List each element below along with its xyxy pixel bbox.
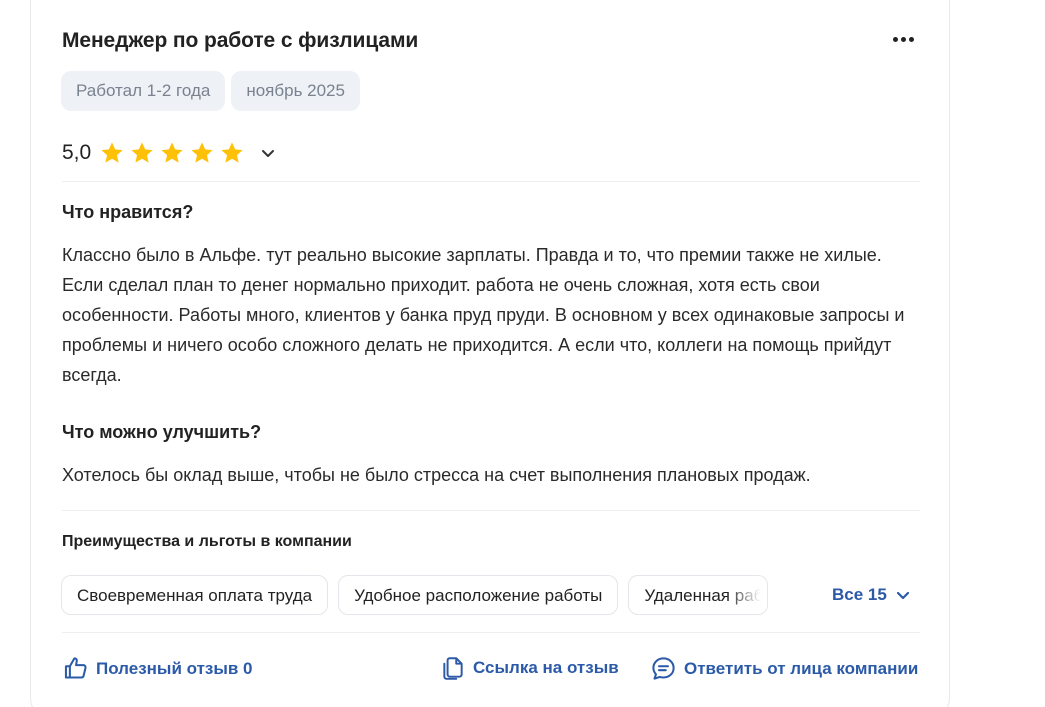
review-link-button[interactable]: Ссылка на отзыв <box>440 655 619 681</box>
dot <box>900 36 906 42</box>
likes-text: Классно было в Альфе. тут реально высоки… <box>62 245 905 385</box>
divider <box>62 510 920 511</box>
all-benefits-label: Все 15 <box>832 585 887 604</box>
star-icon <box>131 142 153 163</box>
divider <box>62 632 920 633</box>
star-icon <box>191 142 213 163</box>
helpful-label: Полезный отзыв 0 <box>96 658 253 678</box>
chat-bubble-icon <box>652 657 675 680</box>
all-benefits-button[interactable]: Все 15 <box>832 585 911 605</box>
reply-company-button[interactable]: Ответить от лица компании <box>650 655 918 682</box>
benefit-chip[interactable]: Удаленная работа <box>628 575 769 615</box>
star-icon <box>161 142 183 163</box>
reply-company-label: Ответить от лица компании <box>684 658 919 678</box>
benefits-heading: Преимущества и льготы в компании <box>62 533 352 550</box>
tag-experience: Работал 1-2 года <box>61 71 226 111</box>
benefit-chip[interactable]: Своевременная оплата труда <box>61 575 329 615</box>
dot <box>892 36 898 42</box>
review-link-label: Ссылка на отзыв <box>473 658 619 677</box>
chevron-down-icon <box>896 591 909 600</box>
helpful-button[interactable]: Полезный отзыв 0 <box>62 655 253 682</box>
copy-link-icon <box>443 657 463 680</box>
rating-value: 5,0 <box>62 141 92 164</box>
benefit-chip[interactable]: Удобное расположение работы <box>338 575 619 615</box>
rating-stars <box>99 140 245 166</box>
improve-text: Хотелось бы оклад выше, чтобы не было ст… <box>62 465 811 485</box>
divider <box>62 181 920 182</box>
chevron-down-icon[interactable] <box>259 144 277 162</box>
improve-heading: Что можно улучшить? <box>62 422 262 442</box>
likes-heading: Что нравится? <box>62 202 194 222</box>
rating-row: 5,0 <box>62 140 277 166</box>
more-options-button[interactable] <box>888 30 918 48</box>
dot <box>908 36 914 42</box>
review-title: Менеджер по работе с физлицами <box>62 29 419 52</box>
benefits-chips: Своевременная оплата труда Удобное распо… <box>61 575 801 615</box>
star-icon <box>101 142 123 163</box>
tag-date: ноябрь 2025 <box>231 71 360 111</box>
star-icon <box>221 142 243 163</box>
review-tags: Работал 1-2 года ноябрь 2025 <box>61 71 360 111</box>
thumb-up-icon <box>64 657 87 679</box>
